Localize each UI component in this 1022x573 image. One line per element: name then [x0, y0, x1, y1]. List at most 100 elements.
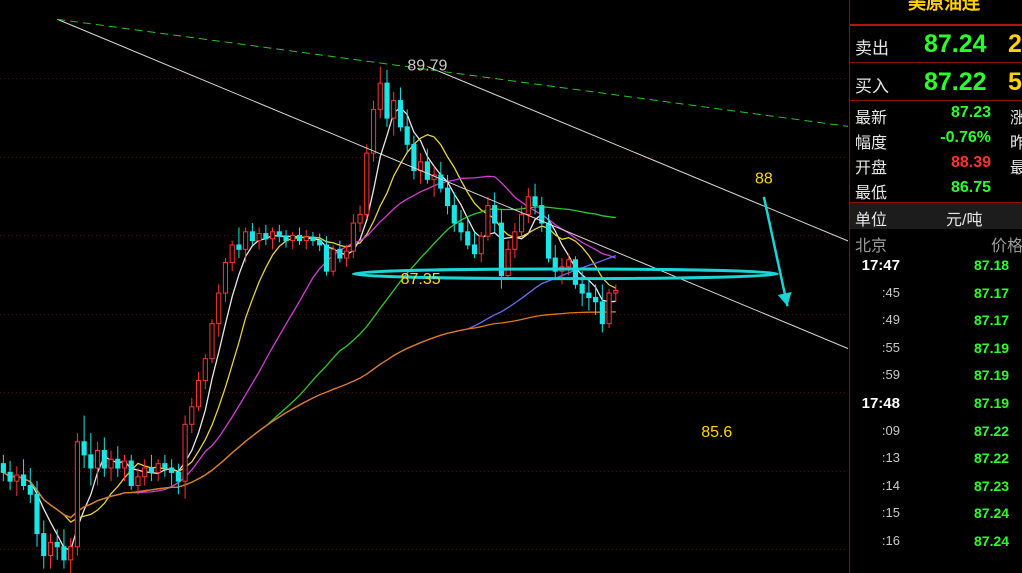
tick-price: 87.17 [974, 284, 1010, 301]
prev-close-label: 昨 [1010, 129, 1022, 153]
candle-body [155, 463, 161, 473]
candle-body [222, 261, 229, 294]
candle-body [525, 196, 531, 215]
candle-body [269, 231, 276, 240]
candle-body [20, 474, 27, 487]
tick-time: :13 [881, 450, 900, 466]
candle-body [249, 231, 255, 242]
tick-price: 87.22 [974, 450, 1010, 467]
candle-body [101, 450, 107, 469]
high-label: 最 [1010, 154, 1022, 178]
down-arrow-head [777, 292, 792, 307]
trendline [57, 18, 848, 350]
candle-body [377, 82, 383, 110]
candle-body [317, 240, 323, 246]
candle-body [202, 358, 208, 382]
candle-body [296, 234, 303, 242]
candle-body [532, 196, 538, 207]
candle-body [108, 458, 114, 469]
candle-body [606, 292, 612, 325]
candle-body [337, 248, 343, 259]
candle-body [68, 546, 74, 561]
candle-body [189, 406, 195, 425]
candle-body [121, 460, 128, 469]
candle-body [478, 235, 484, 255]
unit-value: 元/吨 [946, 212, 983, 229]
candle-body [485, 205, 491, 237]
candle-body [599, 301, 605, 325]
divider [850, 62, 1022, 63]
candle-body [519, 213, 525, 233]
tick-price: 87.23 [974, 477, 1010, 494]
latest-row: 最新 87.23 涨 [850, 104, 1022, 128]
candle-body [276, 231, 282, 237]
candle-body [303, 236, 309, 242]
sell-volume: 2 [1008, 30, 1022, 58]
instrument-title: 美原油连 [850, 0, 1022, 26]
candle-body [613, 289, 619, 294]
tick-price: 87.24 [974, 533, 1010, 549]
candle-body [34, 493, 40, 535]
candle-body [593, 296, 599, 303]
tick-time: :09 [881, 422, 900, 438]
chart-annotation: 85.6 [701, 424, 732, 441]
candle-body [216, 292, 222, 325]
divider [850, 100, 1022, 101]
tick-time: :59 [881, 367, 900, 383]
open-value: 88.39 [950, 154, 991, 171]
candle-body [243, 231, 249, 250]
candle-body [391, 100, 397, 119]
chart-annotation: 88 [755, 171, 773, 188]
tick-price: 87.18 [974, 257, 1010, 273]
candle-body [61, 546, 67, 561]
tick-price: 87.24 [974, 505, 1010, 522]
candle-body [451, 205, 457, 224]
tick-time: 17:48 [861, 395, 900, 412]
candle-body [47, 541, 54, 557]
sell-label: 卖出 [855, 39, 889, 58]
latest-value: 87.23 [950, 104, 991, 121]
tick-price: 87.19 [974, 395, 1010, 411]
quote-panel: 美原油连 卖出 87.24 2 买入 87.22 5 最新 87.23 涨 幅度… [849, 0, 1022, 573]
tick-price: 87.19 [974, 339, 1010, 356]
bid-row: 买入 87.22 5 [850, 64, 1022, 98]
candle-body [512, 231, 518, 250]
tick-time: :16 [881, 533, 900, 548]
low-value: 86.75 [950, 179, 991, 196]
moving-average-line [3, 206, 616, 519]
candle-body [182, 423, 188, 482]
candle-body [81, 441, 87, 456]
candle-body [95, 450, 101, 469]
low-row: 最低 86.75 [850, 179, 1022, 203]
candle-body [74, 441, 80, 548]
candle-body [357, 213, 363, 224]
candle-body [350, 222, 356, 252]
candle-body [148, 467, 155, 473]
candle-body [330, 248, 336, 272]
amplitude-label: 幅度 [855, 135, 888, 152]
candle-body [397, 100, 404, 128]
candle-body [418, 161, 424, 172]
candle-body [572, 259, 579, 285]
buy-volume: 5 [1008, 68, 1022, 96]
price-header: 价格 [991, 238, 1022, 255]
trendline [57, 18, 848, 127]
candle-body [209, 323, 215, 360]
candle-body [505, 248, 511, 277]
candle-body [236, 244, 242, 250]
open-label: 开盘 [855, 160, 888, 177]
unit-row: 单位 元/吨 [850, 203, 1022, 229]
ask-row: 卖出 87.24 2 [850, 28, 1022, 60]
moving-average-line [3, 106, 616, 552]
candle-body [229, 244, 235, 263]
candle-body [290, 234, 296, 242]
candle-body [263, 233, 269, 240]
candle-body [115, 458, 121, 469]
tick-header: 北京 价格 [850, 232, 1022, 255]
candle-body [492, 205, 498, 224]
candle-body [438, 174, 444, 189]
candle-body [310, 236, 316, 242]
candle-body [465, 231, 471, 246]
down-arrow-shaft [762, 196, 789, 307]
candle-body [424, 161, 430, 180]
